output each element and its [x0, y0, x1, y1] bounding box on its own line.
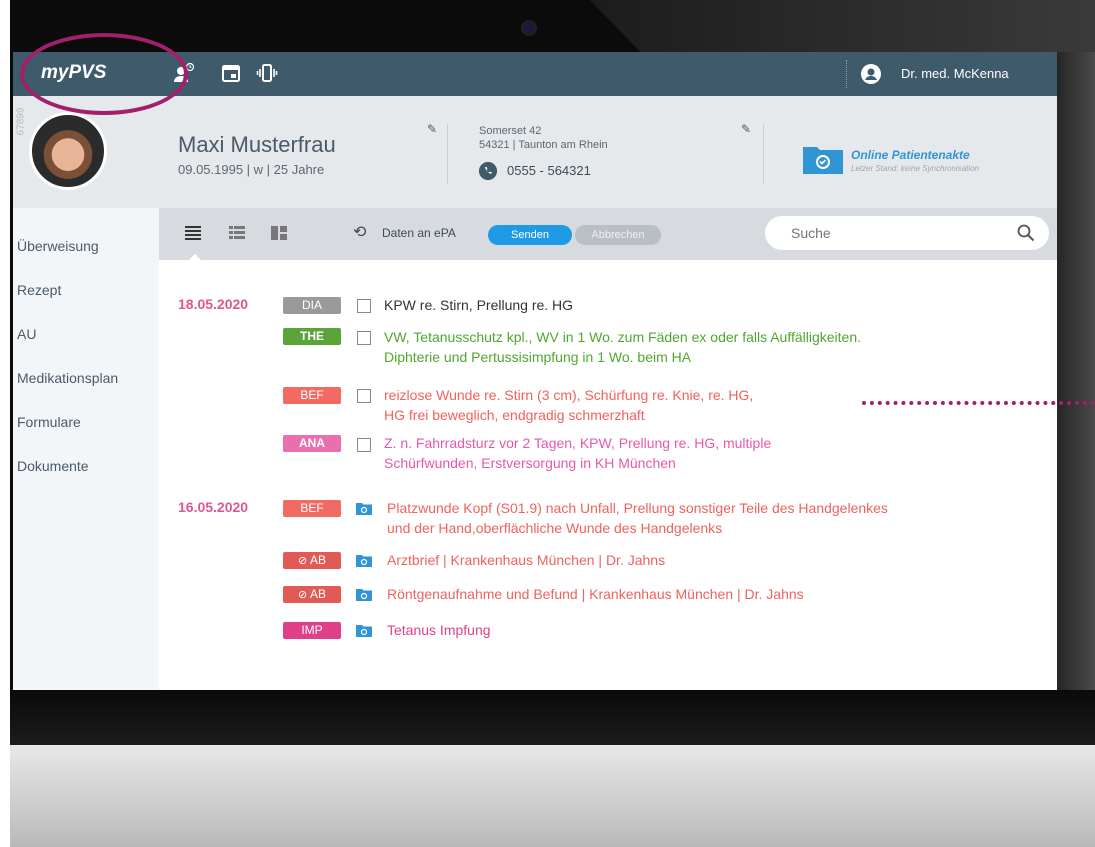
cancel-button[interactable]: Abbrechen [575, 225, 661, 245]
device-bezel-right [1057, 52, 1095, 692]
attachment-icon: ⊘ [298, 555, 308, 567]
entry-text: Platzwunde Kopf (S01.9) nach Unfall, Pre… [387, 500, 888, 516]
search-box [765, 216, 1049, 250]
address-city: 54321 | Taunton am Rhein [479, 139, 608, 151]
entry-text: KPW re. Stirn, Prellung re. HG [384, 297, 574, 313]
attachment-icon: ⊘ [298, 589, 308, 601]
entry-tag-bef[interactable]: BEF [283, 500, 341, 517]
entry-checkbox[interactable] [357, 331, 371, 345]
patient-history-icon[interactable] [173, 62, 195, 84]
sidebar-item-au[interactable]: AU [17, 326, 36, 342]
entry-text[interactable]: Röntgenaufnahme und Befund | Krankenhaus… [387, 584, 804, 604]
annotation-dotted-line [862, 401, 1095, 405]
entry-checkbox[interactable] [357, 389, 371, 403]
entry-checkbox[interactable] [357, 299, 371, 313]
entry-text-cont: HG frei beweglich, endgradig schmerzhaft [384, 407, 645, 423]
entry-tag-ab[interactable]: ⊘ AB [283, 586, 341, 603]
epa-status: Letzer Stand: keine Synchronisation [851, 164, 980, 173]
account-icon[interactable] [861, 64, 881, 84]
patient-avatar [29, 112, 107, 190]
page-margin [0, 0, 10, 847]
entry-text[interactable]: Arztbrief | Krankenhaus München | Dr. Ja… [387, 550, 665, 570]
entry-tag-dia[interactable]: DIA [283, 297, 341, 314]
document-folder-icon[interactable] [356, 588, 372, 601]
sync-epa-label: Daten an ePA [382, 226, 456, 240]
sidebar-item-formulare[interactable]: Formulare [17, 414, 81, 430]
patient-name: Maxi Musterfrau [178, 132, 336, 157]
entry-tag-label: AB [309, 553, 326, 567]
header-divider [447, 124, 448, 184]
entry-text: reizlose Wunde re. Stirn (3 cm), Schürfu… [384, 387, 754, 403]
sidebar-item-medikationsplan[interactable]: Medikationsplan [17, 370, 118, 386]
tile-view-icon[interactable] [269, 224, 289, 242]
search-input[interactable] [789, 224, 993, 242]
calendar-icon[interactable] [220, 62, 242, 84]
device-bezel-bottom [10, 690, 1095, 745]
patient-info: 09.05.1995 | w | 25 Jahre [178, 162, 325, 177]
sidebar-item-rezept[interactable]: Rezept [17, 282, 61, 298]
patient-record-folder-icon[interactable] [803, 144, 843, 174]
address-street: Somerset 42 [479, 125, 542, 137]
entry-text: Z. n. Fahrradsturz vor 2 Tagen, KPW, Pre… [384, 435, 772, 451]
entry-text-cont: und der Hand,oberflächliche Wunde des Ha… [387, 520, 723, 536]
patient-id: 67899 [15, 107, 27, 136]
sync-icon: ⟲ [353, 224, 367, 241]
entry-tag-ana[interactable]: ANA [283, 435, 341, 452]
sidebar-item-dokumente[interactable]: Dokumente [17, 458, 89, 474]
camera-icon [521, 20, 537, 36]
sidebar: Überweisung Rezept AU Medikationsplan Fo… [13, 208, 159, 690]
user-name[interactable]: Dr. med. McKenna [901, 66, 1009, 81]
top-bar: myPVS Dr. med. McKenna [13, 52, 1057, 96]
entry-text: VW, Tetanusschutz kpl., WV in 1 Wo. zum … [384, 329, 862, 345]
document-folder-icon[interactable] [356, 554, 372, 567]
entry-tag-label: AB [309, 587, 326, 601]
entry-text-cont: Diphterie und Pertussisimpfung in 1 Wo. … [384, 349, 692, 365]
vibrate-icon[interactable] [256, 62, 278, 84]
epa-title[interactable]: Online Patientenakte [851, 148, 970, 162]
entry-tag-the[interactable]: THE [283, 328, 341, 345]
entry-tag-imp[interactable]: IMP [283, 622, 341, 639]
user-divider [846, 60, 847, 88]
phone-icon [479, 162, 497, 180]
document-folder-icon[interactable] [356, 624, 372, 637]
device-base [10, 745, 1095, 847]
entry-tag-bef[interactable]: BEF [283, 387, 341, 404]
entry-text-cont: Schürfwunden, Erstversorgung in KH Münch… [384, 455, 676, 471]
entry-checkbox[interactable] [357, 438, 371, 452]
header-divider [763, 124, 764, 184]
send-button[interactable]: Senden [488, 225, 572, 245]
app-screen: myPVS Dr. med. McKenna 67899 Maxi Muster… [13, 52, 1057, 690]
search-icon[interactable] [1017, 224, 1035, 242]
edit-patient-icon[interactable]: ✎ [427, 122, 437, 136]
entry-tag-ab[interactable]: ⊘ AB [283, 552, 341, 569]
patient-phone[interactable]: 0555 - 564321 [507, 163, 591, 178]
entry-date: 16.05.2020 [178, 499, 249, 515]
detail-view-icon[interactable] [227, 224, 247, 242]
entry-date: 18.05.2020 [178, 296, 249, 312]
document-folder-icon[interactable] [356, 502, 372, 515]
app-logo[interactable]: myPVS [41, 62, 106, 84]
list-view-icon[interactable] [183, 224, 203, 242]
entry-text[interactable]: Tetanus Impfung [387, 620, 491, 640]
edit-address-icon[interactable]: ✎ [741, 122, 751, 136]
sidebar-item-ueberweisung[interactable]: Überweisung [17, 238, 99, 254]
device-bezel-reflection [590, 0, 1095, 52]
